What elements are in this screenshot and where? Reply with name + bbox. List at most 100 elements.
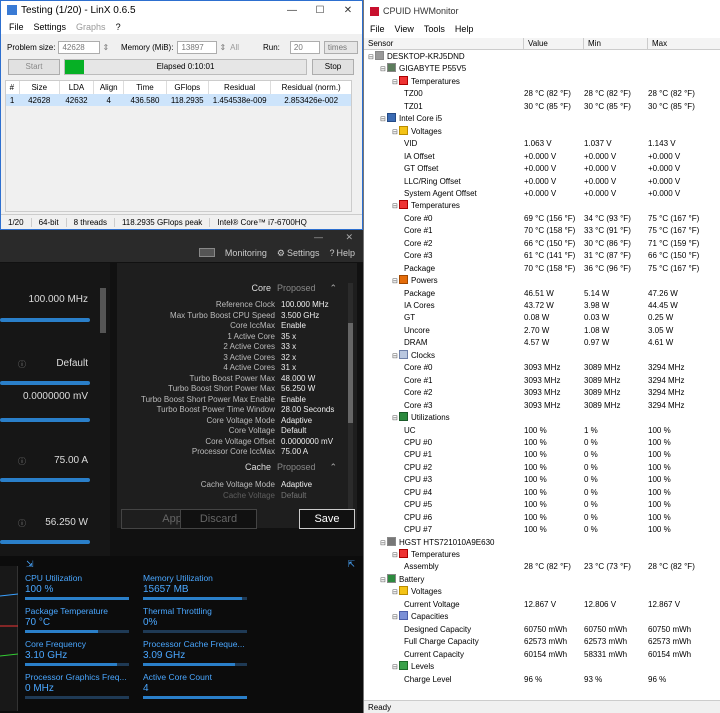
menu-file[interactable]: File	[9, 22, 24, 32]
sensor-row[interactable]: Full Charge Capacity 62573 mWh 62573 mWh 62…	[364, 636, 720, 648]
sensor-row[interactable]: LLC/Ring Offset +0.000 V +0.000 V +0.000 V	[364, 176, 720, 188]
monitor-item[interactable]: Package Temperature 70 °C	[25, 606, 129, 633]
col-sensor[interactable]: Sensor	[364, 38, 524, 49]
monitor-item[interactable]: Thermal Throttling 0%	[143, 606, 247, 633]
results-col-header[interactable]: Residual (norm.)	[270, 80, 352, 94]
collapse-toggle-icon[interactable]: ⊟	[368, 52, 375, 63]
monitor-item[interactable]: CPU Utilization 100 %	[25, 573, 129, 600]
collapse-toggle-icon[interactable]: ⊟	[392, 276, 399, 287]
gear-icon[interactable]: ⚙	[277, 248, 285, 259]
sensor-group-row[interactable]: ⊟ Voltages	[364, 125, 720, 138]
collapse-toggle-icon[interactable]: ⊟	[392, 413, 399, 424]
problem-size-spin-icon[interactable]: ⇕	[102, 43, 109, 52]
results-col-header[interactable]: Align	[93, 80, 125, 94]
hwm-menu-view[interactable]: View	[395, 24, 414, 34]
start-button[interactable]: Start	[8, 59, 60, 75]
results-col-header[interactable]: GFlops	[166, 80, 209, 94]
sensor-group-row[interactable]: ⊟ Temperatures	[364, 200, 720, 212]
sensor-row[interactable]: IA Offset +0.000 V +0.000 V +0.000 V	[364, 151, 720, 163]
nav-monitoring[interactable]: Monitoring	[225, 248, 267, 259]
sensor-row[interactable]: CPU #6 100 % 0 % 100 %	[364, 512, 720, 524]
core-voltage-slider[interactable]	[0, 381, 90, 385]
sensor-group-row[interactable]: ⊟ Intel Core i5	[364, 113, 720, 125]
sensor-row[interactable]: CPU #0 100 % 0 % 100 %	[364, 437, 720, 449]
monitor-item[interactable]: Memory Utilization 15657 MB	[143, 573, 247, 600]
left-scrollbar[interactable]	[100, 288, 106, 333]
sensor-row[interactable]: Package 70 °C (158 °F) 36 °C (96 °F) 75 °C …	[364, 263, 720, 275]
sensor-row[interactable]: Assembly 28 °C (82 °F) 23 °C (73 °F) 28 °C …	[364, 561, 720, 573]
collapse-toggle-icon[interactable]: ⊟	[380, 114, 387, 125]
sensor-row[interactable]: Core #0 69 °C (156 °F) 34 °C (93 °F) 75 °C …	[364, 213, 720, 225]
short-power-max-slider[interactable]	[0, 540, 90, 544]
help-icon[interactable]: ?	[329, 248, 334, 259]
results-col-header[interactable]: Size	[19, 80, 60, 94]
xtu-minimize-icon[interactable]: —	[314, 232, 323, 242]
nav-help[interactable]: Help	[336, 248, 355, 259]
results-col-header[interactable]: Time	[123, 80, 167, 94]
sensor-row[interactable]: VID 1.063 V 1.037 V 1.143 V	[364, 138, 720, 150]
collapse-toggle-icon[interactable]: ⊟	[380, 538, 387, 549]
hwm-menu-tools[interactable]: Tools	[424, 24, 445, 34]
sensor-group-row[interactable]: ⊟ Levels	[364, 661, 720, 673]
results-col-header[interactable]: #	[5, 80, 20, 94]
collapse-toggle-icon[interactable]: ⊟	[392, 77, 399, 88]
monitor-item[interactable]: Core Frequency 3.10 GHz	[25, 639, 129, 666]
run-input[interactable]: 20	[289, 41, 320, 54]
sensor-row[interactable]: Current Capacity 60154 mWh 58331 mWh 60154 …	[364, 649, 720, 661]
sensor-row[interactable]: GT Offset +0.000 V +0.000 V +0.000 V	[364, 163, 720, 175]
memory-input[interactable]: 13897	[177, 41, 218, 54]
core-voltage-offset-slider[interactable]	[0, 418, 90, 422]
sensor-row[interactable]: Core #2 66 °C (150 °F) 30 °C (86 °F) 71 °C …	[364, 238, 720, 250]
sensor-group-row[interactable]: ⊟ Battery	[364, 573, 720, 586]
sensor-row[interactable]: GT 0.08 W 0.03 W 0.25 W	[364, 312, 720, 324]
stop-button[interactable]: Stop	[312, 59, 354, 75]
col-max[interactable]: Max	[648, 38, 716, 49]
collapse-toggle-icon[interactable]: ⊟	[380, 64, 387, 75]
expand-icon[interactable]: ⇱	[347, 559, 355, 570]
sensor-group-row[interactable]: ⊟ GIGABYTE P55V5	[364, 63, 720, 75]
sensor-row[interactable]: CPU #2 100 % 0 % 100 %	[364, 462, 720, 474]
sensor-row[interactable]: CPU #3 100 % 0 % 100 %	[364, 474, 720, 486]
sensor-row[interactable]: Core #0 3093 MHz 3089 MHz 3294 MHz	[364, 362, 720, 374]
sensor-row[interactable]: Charge Level 96 % 93 % 96 %	[364, 674, 720, 686]
col-value[interactable]: Value	[524, 38, 584, 49]
sensor-group-row[interactable]: ⊟ Capacities	[364, 611, 720, 623]
hwm-menu-help[interactable]: Help	[455, 24, 474, 34]
monitor-item[interactable]: Processor Cache Freque... 3.09 GHz	[143, 639, 247, 666]
collapse-toggle-icon[interactable]: ⊟	[392, 127, 399, 138]
sensor-row[interactable]: CPU #7 100 % 0 % 100 %	[364, 524, 720, 536]
minimize-icon[interactable]: —	[278, 5, 306, 16]
maximize-icon[interactable]: ☐	[306, 5, 334, 16]
collapse-toggle-icon[interactable]: ⊟	[392, 351, 399, 362]
sensor-group-row[interactable]: ⊟ HGST HTS721010A9E630	[364, 536, 720, 549]
discard-button[interactable]: Discard	[180, 509, 257, 529]
menu-graphs[interactable]: Graphs	[76, 22, 106, 32]
results-col-header[interactable]: LDA	[59, 80, 95, 94]
collapse-toggle-icon[interactable]: ⊟	[392, 587, 399, 598]
all-button[interactable]: All	[230, 43, 239, 52]
monitoring-icon[interactable]	[198, 248, 215, 257]
results-col-header[interactable]: Residual	[208, 80, 272, 94]
menu-settings[interactable]: Settings	[34, 22, 67, 32]
sensor-row[interactable]: CPU #4 100 % 0 % 100 %	[364, 487, 720, 499]
collapse-toggle-icon[interactable]: ⊟	[392, 662, 399, 673]
sensor-row[interactable]: CPU #5 100 % 0 % 100 %	[364, 499, 720, 511]
col-min[interactable]: Min	[584, 38, 648, 49]
sensor-row[interactable]: UC 100 % 1 % 100 %	[364, 425, 720, 437]
sensor-group-row[interactable]: ⊟ DESKTOP-KRJ5DND	[364, 51, 720, 63]
proposed-scrollbar[interactable]	[348, 283, 353, 523]
sensor-row[interactable]: Uncore 2.70 W 1.08 W 3.05 W	[364, 325, 720, 337]
chevron-up-icon[interactable]: ⌃	[330, 462, 338, 473]
sensor-row[interactable]: Designed Capacity 60750 mWh 60750 mWh 60750…	[364, 624, 720, 636]
sensor-row[interactable]: DRAM 4.57 W 0.97 W 4.61 W	[364, 337, 720, 349]
sensor-row[interactable]: Core #3 61 °C (141 °F) 31 °C (87 °F) 66 °C …	[364, 250, 720, 262]
sensor-row[interactable]: Core #2 3093 MHz 3089 MHz 3294 MHz	[364, 387, 720, 399]
sensor-group-row[interactable]: ⊟ Powers	[364, 275, 720, 287]
sensor-row[interactable]: Core #1 3093 MHz 3089 MHz 3294 MHz	[364, 375, 720, 387]
times-select[interactable]: times	[323, 41, 358, 54]
xtu-close-icon[interactable]: ✕	[345, 232, 353, 243]
problem-size-input[interactable]: 42628	[58, 41, 101, 54]
sensor-row[interactable]: System Agent Offset +0.000 V +0.000 V +0.00…	[364, 188, 720, 200]
sensor-group-row[interactable]: ⊟ Temperatures	[364, 549, 720, 561]
sensor-row[interactable]: Package 46.51 W 5.14 W 47.26 W	[364, 288, 720, 300]
